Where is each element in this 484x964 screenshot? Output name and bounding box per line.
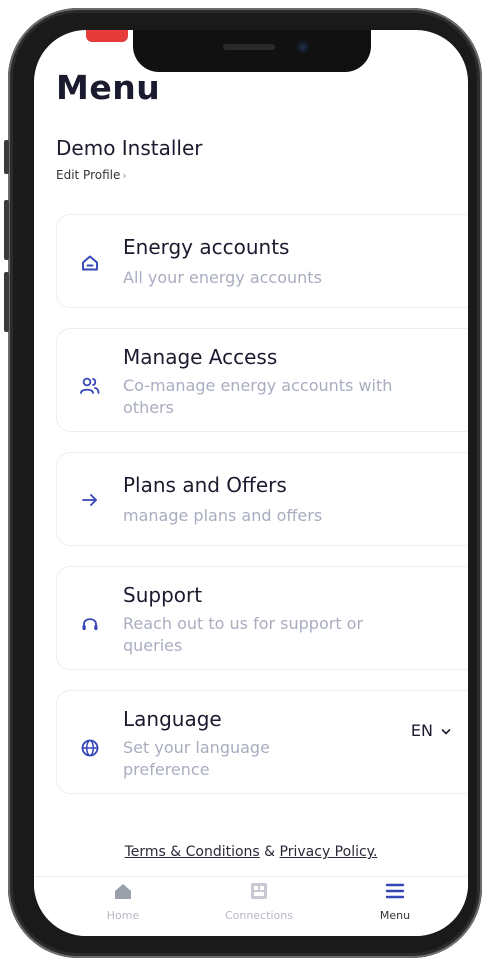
menu-item-language[interactable]: Language Set your language preference EN [56,690,468,794]
phone-volume-down [4,272,9,332]
language-selector[interactable]: EN [411,721,451,740]
status-indicator [86,30,128,42]
legal-links: Terms & Conditions & Privacy Policy. [34,844,468,860]
users-icon [77,373,103,399]
tab-label: Connections [225,909,293,922]
tab-menu[interactable]: Menu [340,881,450,922]
menu-item-description: All your energy accounts [123,268,322,287]
menu-item-description: manage plans and offers [123,506,323,525]
home-icon [115,884,131,899]
menu-item-title: Manage Access [123,345,278,369]
page-title: Menu [56,68,161,107]
menu-item-description: Set your language preference [123,738,270,779]
menu-icon [385,883,405,899]
tab-home[interactable]: Home [68,881,178,922]
menu-item-title: Plans and Offers [123,473,287,497]
app-screen: Menu Demo Installer Edit Profile › Energy… [34,30,468,936]
bottom-tab-bar: Home Connections Menu [34,876,468,936]
legal-separator: & [259,844,280,860]
menu-item-description: Co-manage energy accounts with others [123,376,393,417]
profile-name: Demo Installer [56,136,203,160]
edit-profile-link[interactable]: Edit Profile › [56,168,127,182]
tab-connections[interactable]: Connections [204,881,314,922]
menu-item-manage-access[interactable]: Manage Access Co-manage energy accounts … [56,328,468,432]
phone-side-button [4,140,9,174]
arrow-right-icon [77,487,103,513]
menu-item-energy-accounts[interactable]: Energy accounts All your energy accounts [56,214,468,308]
menu-item-support[interactable]: Support Reach out to us for support or q… [56,566,468,670]
menu-item-title: Language [123,707,222,731]
home-outline-icon [77,250,103,276]
tab-label: Menu [379,909,411,922]
menu-item-description: Reach out to us for support or queries [123,614,364,655]
chevron-down-icon [441,728,451,735]
edit-profile-label: Edit Profile [56,168,121,182]
privacy-link[interactable]: Privacy Policy. [280,844,378,860]
phone-volume-up [4,200,9,260]
front-camera [297,41,309,53]
chevron-right-icon: › [122,169,127,182]
menu-item-title: Energy accounts [123,235,290,259]
globe-icon [77,735,103,761]
connections-icon [251,883,267,899]
speaker-grille [223,44,275,50]
language-value: EN [410,721,433,740]
phone-notch [133,30,371,72]
terms-link[interactable]: Terms & Conditions [125,844,260,860]
menu-item-title: Support [123,583,203,607]
menu-item-plans-and-offers[interactable]: Plans and Offers manage plans and offers [56,452,468,546]
headset-icon [77,611,103,637]
tab-label: Home [106,909,140,922]
